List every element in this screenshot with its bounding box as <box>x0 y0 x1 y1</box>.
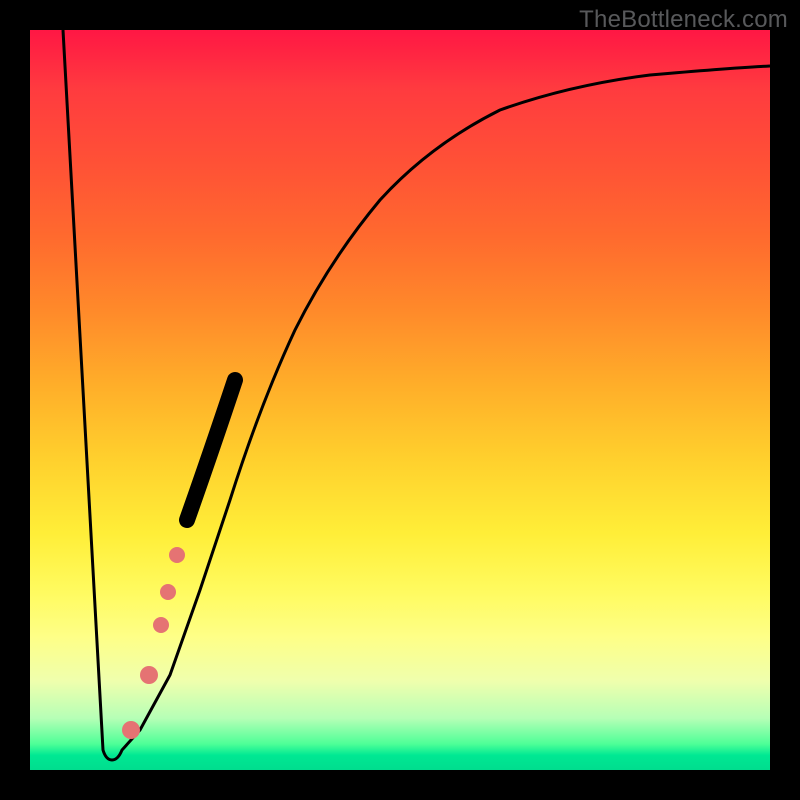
highlight-dot <box>169 547 185 563</box>
highlight-dot <box>153 617 169 633</box>
curve-layer <box>30 30 770 770</box>
highlight-dot <box>160 584 176 600</box>
plot-area <box>30 30 770 770</box>
bottleneck-curve <box>63 30 770 760</box>
highlight-dot <box>140 666 158 684</box>
highlight-dot <box>122 721 140 739</box>
highlight-segment <box>187 380 235 520</box>
watermark-text: TheBottleneck.com <box>579 6 788 34</box>
chart-frame: TheBottleneck.com <box>0 0 800 800</box>
